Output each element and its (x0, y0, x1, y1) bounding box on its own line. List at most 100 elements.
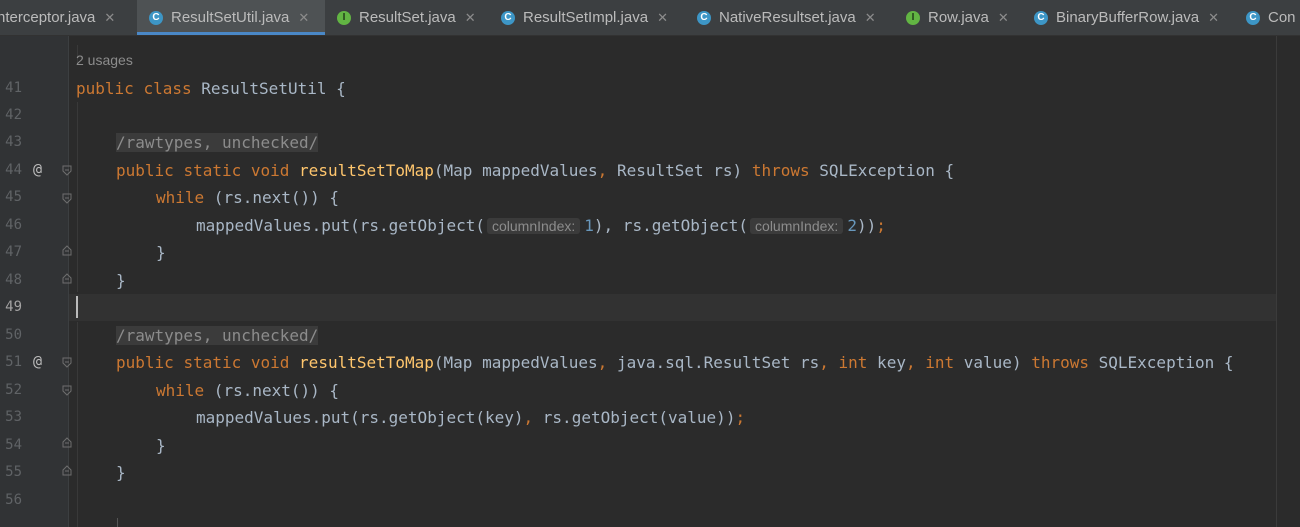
code-line-45: while (rs.next()) { (156, 184, 339, 211)
line-number: 53 (5, 409, 22, 425)
tab-nativeresultset[interactable]: C NativeResultset.java ✕ (697, 0, 876, 35)
keyword: public (116, 161, 174, 180)
code-line-53: mappedValues.put(rs.getObject(key), rs.g… (196, 404, 745, 431)
interface-icon: I (906, 10, 920, 25)
keyword: void (250, 161, 290, 180)
line-number: 47 (5, 244, 22, 260)
code-text: rs.getObject(value)) (533, 408, 736, 427)
editor-tab-bar: nterceptor.java ✕ C ResultSetUtil.java ✕… (0, 0, 1300, 36)
line-number: 48 (5, 272, 22, 288)
annotation-at-icon[interactable]: @ (33, 352, 42, 370)
tab-resultset[interactable]: I ResultSet.java ✕ (337, 0, 476, 35)
tab-con[interactable]: C Con (1246, 0, 1296, 35)
line-number: 54 (5, 437, 22, 453)
code-text: (Map mappedValues (433, 161, 598, 180)
code-line-43: /rawtypes, unchecked/ (116, 129, 319, 156)
tab-label: nterceptor.java (0, 9, 96, 26)
close-icon[interactable]: ✕ (298, 10, 309, 26)
line-number: 46 (5, 217, 22, 233)
tab-resultsetimpl[interactable]: C ResultSetImpl.java ✕ (501, 0, 668, 35)
punctuation: ; (876, 216, 886, 235)
line-number: 45 (5, 189, 22, 205)
punctuation: ; (735, 408, 746, 427)
line-number: 56 (5, 492, 22, 508)
close-icon[interactable]: ✕ (104, 10, 115, 26)
punctuation: , (597, 161, 608, 180)
line-number: 55 (5, 464, 22, 480)
close-icon[interactable]: ✕ (865, 10, 876, 26)
punctuation: , (819, 353, 829, 372)
line-number: 41 (5, 80, 22, 96)
number-literal: 1 (584, 216, 594, 235)
code-text: (Map mappedValues (433, 353, 598, 372)
code-line-47: } (156, 243, 166, 262)
class-icon: C (149, 10, 163, 25)
tab-label: ResultSet.java (359, 9, 456, 26)
code-text: )) (856, 216, 877, 235)
code-text: (rs.next()) { (204, 381, 340, 400)
class-icon: C (1246, 10, 1260, 25)
keyword: int (925, 353, 955, 372)
code-line-44: public static void resultSetToMap(Map ma… (116, 157, 954, 184)
annotation-text: /rawtypes, unchecked/ (116, 326, 319, 345)
keyword: while (156, 381, 205, 400)
code-text: ), (593, 216, 614, 235)
line-number: 50 (5, 327, 22, 343)
keyword: while (156, 188, 205, 207)
parameter-hint: columnIndex: (486, 218, 581, 234)
code-editor[interactable] (69, 36, 1300, 527)
usages-hint[interactable]: 2 usages (76, 52, 133, 68)
code-text: mappedValues.put(rs.getObject( (196, 216, 485, 235)
code-line-48: } (116, 271, 126, 290)
code-line-46: mappedValues.put(rs.getObject(columnInde… (196, 212, 886, 239)
code-text: mappedValues.put(rs.getObject(key) (196, 408, 524, 427)
code-line-41: public class ResultSetUtil { (76, 75, 346, 102)
keyword: class (143, 79, 192, 98)
code-line-52: while (rs.next()) { (156, 377, 339, 404)
punctuation: , (523, 408, 534, 427)
code-text: ResultSet rs) (607, 161, 752, 180)
method-name: resultSetToMap (299, 161, 434, 180)
close-icon[interactable]: ✕ (998, 10, 1009, 26)
text-caret (76, 296, 78, 318)
tab-binarybufferrow[interactable]: C BinaryBufferRow.java ✕ (1034, 0, 1219, 35)
line-number: 51 (5, 354, 22, 370)
line-number: 52 (5, 382, 22, 398)
keyword: static (183, 353, 242, 372)
close-icon[interactable]: ✕ (465, 10, 476, 26)
tab-row[interactable]: I Row.java ✕ (906, 0, 1009, 35)
interface-icon: I (337, 10, 351, 25)
code-text: value) (954, 353, 1032, 372)
line-number: 43 (5, 134, 22, 150)
code-text: ResultSetUtil { (201, 79, 346, 98)
method-name: resultSetToMap (299, 353, 434, 372)
keyword: public (76, 79, 134, 98)
keyword: void (250, 353, 290, 372)
keyword: throws (1031, 353, 1089, 372)
tab-label: NativeResultset.java (719, 9, 856, 26)
tab-label: ResultSetUtil.java (171, 9, 290, 26)
tab-label: Row.java (928, 9, 989, 26)
class-icon: C (1034, 10, 1048, 25)
tab-label: BinaryBufferRow.java (1056, 9, 1200, 26)
tab-resultsetutil[interactable]: C ResultSetUtil.java ✕ (137, 0, 325, 35)
tab-label: ResultSetImpl.java (523, 9, 649, 26)
parameter-hint: columnIndex: (750, 218, 844, 234)
code-line-54: } (156, 436, 166, 455)
code-text: java.sql.ResultSet rs (607, 353, 820, 372)
code-line-50: /rawtypes, unchecked/ (116, 322, 319, 349)
code-text: SQLException { (809, 161, 955, 180)
punctuation: , (597, 353, 608, 372)
close-icon[interactable]: ✕ (1208, 10, 1219, 26)
punctuation: , (905, 353, 916, 372)
line-number-current: 49 (5, 299, 22, 315)
class-icon: C (501, 10, 515, 25)
annotation-at-icon[interactable]: @ (33, 160, 42, 178)
code-text: SQLException { (1089, 353, 1234, 372)
code-text: key (867, 353, 906, 372)
close-icon[interactable]: ✕ (657, 10, 668, 26)
code-line-55: } (116, 463, 126, 482)
line-number: 42 (5, 107, 22, 123)
annotation-text: /rawtypes, unchecked/ (116, 133, 319, 152)
tab-interceptor[interactable]: nterceptor.java ✕ (0, 0, 115, 35)
